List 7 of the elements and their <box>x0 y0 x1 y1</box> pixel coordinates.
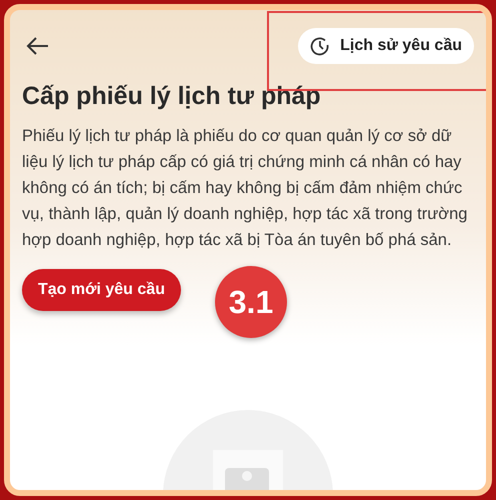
clock-icon <box>310 36 330 56</box>
page-title: Cấp phiếu lý lịch tư pháp <box>22 82 322 111</box>
description-text: Phiếu lý lịch tư pháp là phiếu do cơ quan quản lý cơ sở dữ liệu lý lịch tư pháp cấp có giá trị chứng minh cá nhân có hay không có án tích; bị cấm hay không bị cấm đảm nhiệm chức vụ, thành lập, quản lý doanh nghiệp, hợp tác xã trong trường hợp doanh nghiệp, hợp tác xã bị Tòa án tuyên bố phá sản. <box>22 126 468 251</box>
step-badge: 3.1 <box>215 266 287 338</box>
back-arrow-icon <box>26 36 50 56</box>
create-request-button[interactable]: Tạo mới yêu cầu <box>22 269 181 311</box>
history-button[interactable]: Lịch sử yêu cầu <box>298 28 474 64</box>
